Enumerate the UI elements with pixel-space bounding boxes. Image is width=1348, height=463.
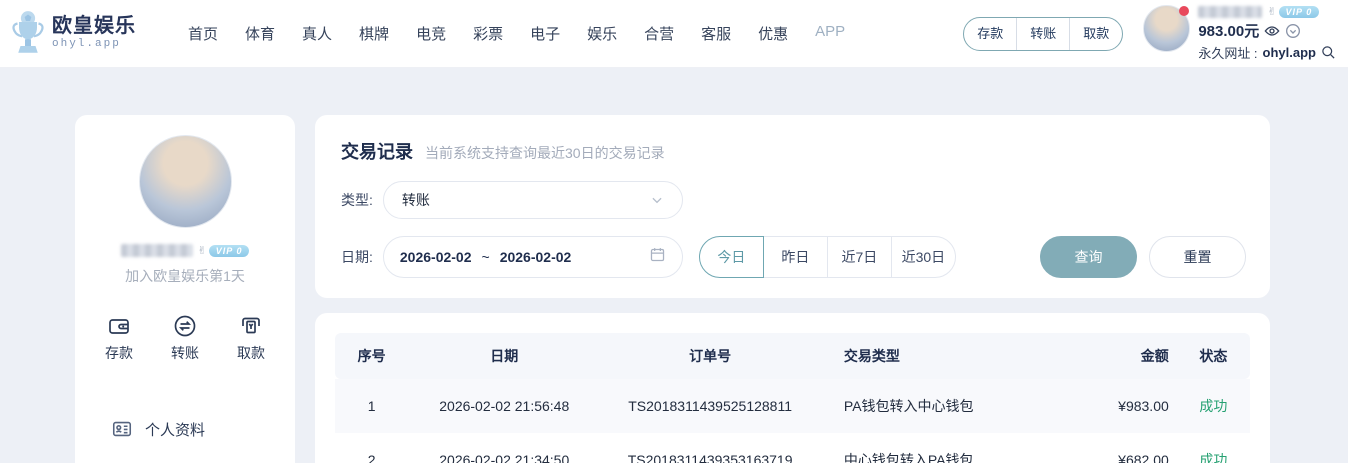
calendar-icon: [649, 246, 666, 268]
vip-medal-icon: ✌: [1267, 5, 1276, 18]
col-date: 日期: [408, 346, 600, 366]
range-7days-button[interactable]: 近7日: [827, 236, 892, 278]
type-filter-label: 类型:: [341, 190, 373, 210]
table-header-row: 序号 日期 订单号 交易类型 金额 状态: [335, 333, 1250, 379]
search-button[interactable]: 查询: [1040, 236, 1137, 278]
sidebar-transfer-button[interactable]: 转账: [171, 314, 199, 363]
cell-order: TS2018311439525128811: [600, 398, 820, 414]
transfer-icon: [173, 314, 197, 338]
permanent-url-label: 永久网址 :: [1198, 43, 1257, 62]
cell-order: TS2018311439353163719: [600, 452, 820, 463]
col-amount: 金额: [1049, 346, 1177, 366]
reset-button[interactable]: 重置: [1149, 236, 1246, 278]
logo-domain: ohyl.app: [52, 39, 136, 51]
cell-status: 成功: [1177, 450, 1250, 463]
permanent-url-value: ohyl.app: [1263, 45, 1316, 60]
table-row: 1 2026-02-02 21:56:48 TS2018311439525128…: [335, 379, 1250, 433]
nav-support[interactable]: 客服: [701, 23, 731, 44]
redacted-username: [121, 244, 193, 257]
balance-amount: 983.00元: [1198, 20, 1259, 41]
cell-type: PA钱包转入中心钱包: [820, 396, 1049, 416]
nav-lottery[interactable]: 彩票: [473, 23, 503, 44]
range-today-button[interactable]: 今日: [699, 236, 764, 278]
cell-index: 2: [335, 452, 408, 463]
logo-title: 欧皇娱乐: [52, 16, 136, 37]
sidebar-withdraw-button[interactable]: 取款: [237, 314, 265, 363]
id-card-icon: [111, 418, 133, 440]
cell-type: 中心钱包转入PA钱包: [820, 450, 1049, 463]
cell-index: 1: [335, 398, 408, 414]
nav-sports[interactable]: 体育: [245, 23, 275, 44]
date-filter-label: 日期:: [341, 247, 373, 267]
nav-entertainment[interactable]: 娱乐: [587, 23, 617, 44]
chevron-down-icon: [650, 193, 664, 207]
range-yesterday-button[interactable]: 昨日: [763, 236, 828, 278]
refresh-chevron-icon[interactable]: [1285, 23, 1301, 39]
page-title: 交易记录: [341, 138, 413, 164]
trophy-logo-icon: [10, 10, 46, 58]
top-header: 欧皇娱乐 ohyl.app 首页 体育 真人 棋牌 电竞 彩票 电子 娱乐 合营…: [0, 0, 1348, 68]
withdraw-icon: [239, 314, 263, 338]
sidebar-item-profile[interactable]: 个人资料: [75, 401, 295, 457]
range-30days-button[interactable]: 近30日: [891, 236, 956, 278]
col-index: 序号: [335, 346, 408, 366]
table-row: 2 2026-02-02 21:34:50 TS2018311439353163…: [335, 433, 1250, 463]
sidebar-quick-actions: 存款 转账 取款: [75, 314, 295, 363]
sidebar-avatar: [139, 135, 232, 228]
user-avatar[interactable]: [1143, 5, 1190, 52]
eye-icon[interactable]: [1264, 23, 1280, 39]
date-range-input[interactable]: 2026-02-02 ~ 2026-02-02: [383, 236, 683, 278]
cell-status: 成功: [1177, 396, 1250, 416]
nav-home[interactable]: 首页: [188, 23, 218, 44]
nav-promotions[interactable]: 优惠: [758, 23, 788, 44]
nav-esports[interactable]: 电竞: [416, 23, 446, 44]
vip-medal-icon: ✌: [198, 244, 207, 257]
join-days-text: 加入欧皇娱乐第1天: [75, 266, 295, 286]
transfer-button[interactable]: 转账: [1016, 18, 1069, 50]
cell-date: 2026-02-02 21:34:50: [408, 452, 600, 463]
nav-slots[interactable]: 电子: [530, 23, 560, 44]
nav-affiliate[interactable]: 合营: [644, 23, 674, 44]
type-select[interactable]: 转账: [383, 181, 683, 219]
search-icon[interactable]: [1321, 45, 1336, 60]
nav-app[interactable]: APP: [815, 23, 845, 44]
cell-amount: ¥983.00: [1049, 398, 1177, 414]
sidebar-menu: 个人资料 VIP特权: [75, 401, 295, 463]
deposit-button[interactable]: 存款: [964, 18, 1016, 50]
notification-dot: [1179, 6, 1189, 16]
transaction-filter-panel: 交易记录 当前系统支持查询最近30日的交易记录 类型: 转账 日期: 2026-…: [315, 115, 1270, 298]
withdraw-button[interactable]: 取款: [1069, 18, 1122, 50]
date-quick-range-group: 今日 昨日 近7日 近30日: [699, 236, 956, 278]
header-user-area: ✌ VIP 0 983.00元 永久网址 : ohyl.app: [1143, 5, 1336, 62]
cell-date: 2026-02-02 21:56:48: [408, 398, 600, 414]
col-type: 交易类型: [820, 346, 1049, 366]
page-subtitle: 当前系统支持查询最近30日的交易记录: [425, 143, 665, 163]
nav-chess[interactable]: 棋牌: [359, 23, 389, 44]
profile-sidebar: ✌ VIP 0 加入欧皇娱乐第1天 存款 转账 取款 个人资料: [75, 115, 295, 463]
date-start: 2026-02-02: [400, 249, 472, 265]
sidebar-deposit-button[interactable]: 存款: [105, 314, 133, 363]
site-logo[interactable]: 欧皇娱乐 ohyl.app: [10, 10, 160, 58]
transaction-table-panel: 序号 日期 订单号 交易类型 金额 状态 1 2026-02-02 21:56:…: [315, 313, 1270, 463]
deposit-wallet-icon: [107, 314, 131, 338]
vip-badge: ✌ VIP 0: [1267, 5, 1319, 18]
redacted-username: [1198, 6, 1262, 18]
col-status: 状态: [1177, 346, 1250, 366]
main-nav: 首页 体育 真人 棋牌 电竞 彩票 电子 娱乐 合营 客服 优惠 APP: [188, 23, 963, 44]
wallet-action-group: 存款 转账 取款: [963, 17, 1123, 51]
cell-amount: ¥682.00: [1049, 452, 1177, 463]
nav-live[interactable]: 真人: [302, 23, 332, 44]
date-end: 2026-02-02: [500, 249, 572, 265]
col-order: 订单号: [600, 346, 820, 366]
vip-badge: ✌ VIP 0: [198, 244, 250, 257]
